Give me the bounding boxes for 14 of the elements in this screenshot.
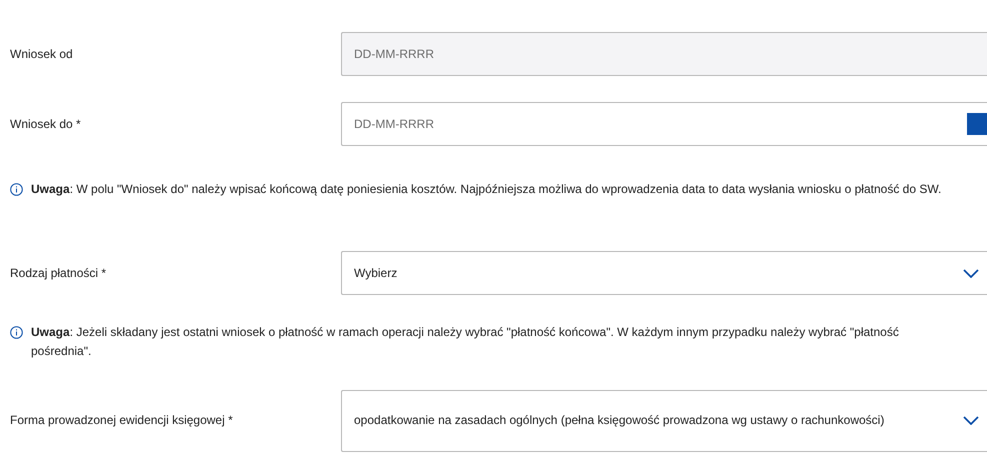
field-label: Wniosek od [10, 46, 74, 63]
chevron-down-icon [963, 416, 979, 426]
info-icon [10, 183, 23, 196]
select-field[interactable]: Wybierz [341, 251, 987, 296]
note-text: Uwaga: Jeżeli składany jest ostatni wniosek o płatność w ramach operacji należy wybrać "płatność końcowa". W każdym innym przypadku należy wybrać "płatność pośrednia". [31, 324, 900, 360]
date-field[interactable]: DD-MM-RRRR [341, 102, 987, 146]
calendar-button[interactable] [967, 113, 987, 135]
select-field[interactable]: opodatkowanie na zasadach ogólnych (pełna księgowość prowadzona wg ustawy o rachunkowości) [341, 390, 987, 452]
info-icon [10, 326, 23, 340]
field-label: Rodzaj płatności * [10, 264, 108, 282]
note-text: Uwaga: W polu "Wniosek do" należy wpisać końcową datę poniesienia kosztów. Najpóźniejsza możliwa do wprowadzenia data to data wysłania wniosku o płatność do SW. [31, 181, 942, 198]
chevron-down-icon [963, 268, 979, 278]
field-label: Forma prowadzonej ewidencji księgowej * [10, 412, 234, 430]
field-label: Wniosek do * [10, 116, 82, 133]
